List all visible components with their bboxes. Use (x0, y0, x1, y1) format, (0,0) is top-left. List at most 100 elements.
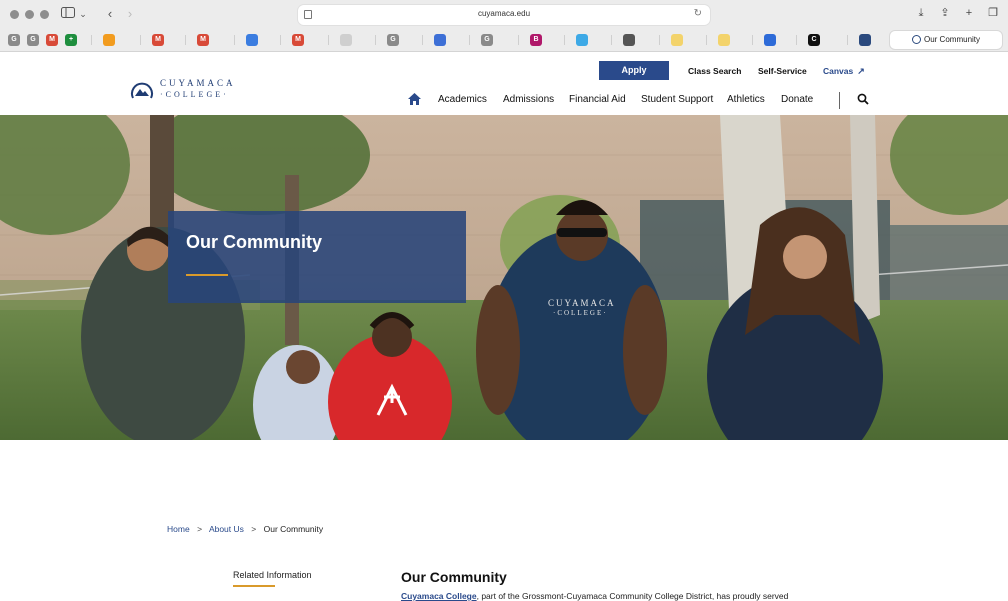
tab-separator (659, 35, 660, 45)
tab-separator (706, 35, 707, 45)
external-link-icon: ↗ (857, 66, 865, 76)
sheets-icon: + (65, 34, 77, 46)
gmail-icon: M (197, 34, 209, 46)
tab-separator (752, 35, 753, 45)
pinned-tab[interactable] (576, 31, 590, 49)
google-icon: G (387, 34, 399, 46)
home-icon[interactable] (408, 93, 421, 105)
pinned-tab[interactable] (718, 31, 732, 49)
note-icon (718, 34, 730, 46)
tab-separator (234, 35, 235, 45)
forward-button[interactable]: › (124, 6, 136, 22)
browser-toolbar: ⌄ ‹ › cuyamaca.edu ↻ ⤓ ⇪ + ❐ G G M + M M M G G B C… (0, 0, 1008, 52)
breadcrumb-separator: > (251, 524, 257, 534)
content-intro-text: , part of the Grossmont-Cuyamaca Communi… (476, 591, 789, 601)
site-header: CUYAMACA ·COLLEGE· Apply Class Search Se… (0, 52, 1008, 115)
people-icon (434, 34, 446, 46)
refresh-app-icon (764, 34, 776, 46)
back-button[interactable]: ‹ (104, 6, 116, 22)
hero-photo: CUYAMACA ·COLLEGE· (0, 115, 1008, 440)
pinned-tab[interactable]: M (292, 31, 306, 49)
cuyamaca-icon (859, 34, 871, 46)
pinned-tab[interactable] (859, 31, 873, 49)
tab-label: Our Community (924, 35, 981, 44)
pinned-tab[interactable]: M (197, 31, 211, 49)
main-nav: Academics Admissions Financial Aid Stude… (0, 92, 1008, 110)
gmail-icon: M (46, 34, 58, 46)
google-icon: G (8, 34, 20, 46)
pinned-tab[interactable]: C (808, 31, 822, 49)
pinned-tab[interactable]: M (152, 31, 166, 49)
nav-donate[interactable]: Donate (781, 94, 813, 105)
tab-separator (611, 35, 612, 45)
tab-our-community[interactable]: Our Community (890, 31, 1002, 49)
shirt-logo-sub: ·COLLEGE· (553, 309, 608, 317)
self-service-link[interactable]: Self-Service (758, 66, 807, 76)
browser-right-tools: ⤓ ⇪ + ❐ (914, 6, 1000, 20)
close-window-button[interactable] (10, 10, 19, 19)
pinned-tab[interactable]: B (530, 31, 544, 49)
b-icon: B (530, 34, 542, 46)
tab-separator (847, 35, 848, 45)
nav-financial-aid[interactable]: Financial Aid (569, 94, 626, 105)
sidebar-toggle-icon[interactable] (60, 6, 76, 22)
note-icon (671, 34, 683, 46)
pinned-tab[interactable] (671, 31, 685, 49)
globe-icon (623, 34, 635, 46)
tab-separator (185, 35, 186, 45)
blank-page-icon (340, 34, 352, 46)
pinned-tab[interactable]: G (481, 31, 495, 49)
breadcrumb: Home > About Us > Our Community (167, 524, 323, 534)
window-controls[interactable] (10, 10, 49, 19)
nav-athletics[interactable]: Athletics (727, 94, 765, 105)
tab-separator (564, 35, 565, 45)
apply-button[interactable]: Apply (599, 61, 669, 80)
nav-academics[interactable]: Academics (438, 94, 487, 105)
pinned-tab[interactable]: G (27, 31, 41, 49)
hero-title-box: Our Community (168, 211, 466, 303)
tab-separator (469, 35, 470, 45)
nav-divider (839, 92, 840, 109)
logo-name: CUYAMACA (160, 78, 236, 88)
grid-icon (576, 34, 588, 46)
tab-separator (422, 35, 423, 45)
breadcrumb-about[interactable]: About Us (209, 524, 244, 534)
class-search-link[interactable]: Class Search (688, 66, 741, 76)
pinned-tab[interactable]: + (65, 31, 79, 49)
share-icon[interactable]: ⇪ (938, 6, 952, 20)
c-icon: C (808, 34, 820, 46)
pinned-tab[interactable] (623, 31, 637, 49)
content-title: Our Community (401, 569, 507, 585)
address-bar[interactable]: cuyamaca.edu ↻ (298, 5, 710, 25)
pinned-tab[interactable] (246, 31, 260, 49)
download-icon[interactable]: ⤓ (914, 6, 928, 20)
cuyamaca-college-link[interactable]: Cuyamaca College (401, 591, 477, 601)
new-tab-icon[interactable]: + (962, 6, 976, 20)
tab-separator (518, 35, 519, 45)
tab-separator (280, 35, 281, 45)
pinned-tab[interactable]: G (387, 31, 401, 49)
hero-accent-rule (186, 274, 228, 276)
breadcrumb-separator: > (197, 524, 203, 534)
calendar-icon (246, 34, 258, 46)
chevron-down-icon[interactable]: ⌄ (78, 6, 88, 22)
canvas-link[interactable]: Canvas ↗ (823, 66, 865, 77)
pinned-tab[interactable] (434, 31, 448, 49)
minimize-window-button[interactable] (25, 10, 34, 19)
breadcrumb-home[interactable]: Home (167, 524, 190, 534)
tab-separator (796, 35, 797, 45)
pinned-tab[interactable] (340, 31, 354, 49)
pinned-tab[interactable] (764, 31, 778, 49)
gmail-icon: M (292, 34, 304, 46)
pinned-tab[interactable] (103, 31, 117, 49)
nav-student-support[interactable]: Student Support (641, 94, 713, 105)
search-icon[interactable] (857, 93, 869, 105)
nav-admissions[interactable]: Admissions (503, 94, 554, 105)
tab-overview-icon[interactable]: ❐ (986, 6, 1000, 20)
canvas-label: Canvas (823, 66, 854, 76)
gmail-icon: M (152, 34, 164, 46)
pinned-tab[interactable]: G (8, 31, 22, 49)
reload-icon[interactable]: ↻ (694, 8, 702, 19)
zoom-window-button[interactable] (40, 10, 49, 19)
pinned-tab[interactable]: M (46, 31, 60, 49)
